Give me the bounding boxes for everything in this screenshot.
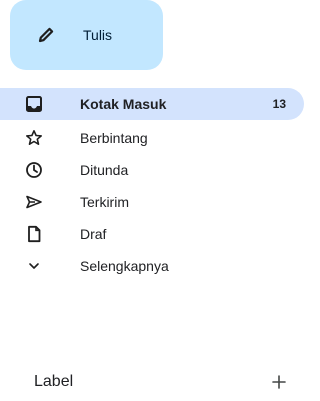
labels-title: Label xyxy=(34,373,74,390)
send-icon xyxy=(24,192,44,212)
pencil-icon xyxy=(35,24,57,46)
star-icon xyxy=(24,128,44,148)
nav-item-snoozed[interactable]: Ditunda xyxy=(0,154,306,186)
nav-item-label: Kotak Masuk xyxy=(80,96,167,112)
nav-item-label: Selengkapnya xyxy=(80,258,169,274)
labels-header: Label xyxy=(34,370,290,394)
compose-label: Tulis xyxy=(83,27,113,43)
nav-item-label: Berbintang xyxy=(80,130,148,146)
nav-item-label: Ditunda xyxy=(80,162,129,178)
clock-icon xyxy=(24,160,44,180)
nav-item-label: Terkirim xyxy=(80,194,129,210)
nav-item-sent[interactable]: Terkirim xyxy=(0,186,306,218)
nav-item-inbox[interactable]: Kotak Masuk 13 xyxy=(0,88,304,120)
unread-count: 13 xyxy=(272,97,286,111)
nav-item-more[interactable]: Selengkapnya xyxy=(0,250,306,282)
plus-icon xyxy=(272,375,286,389)
chevron-down-icon xyxy=(24,256,44,276)
add-label-button[interactable] xyxy=(268,371,290,393)
nav-item-starred[interactable]: Berbintang xyxy=(0,122,306,154)
nav-item-drafts[interactable]: Draf xyxy=(0,218,306,250)
compose-button[interactable]: Tulis xyxy=(10,0,163,70)
nav-item-label: Draf xyxy=(80,226,107,242)
folder-nav: Kotak Masuk 13 Berbintang Ditunda Terkir… xyxy=(0,88,306,282)
draft-icon xyxy=(24,224,44,244)
inbox-icon xyxy=(24,94,44,114)
